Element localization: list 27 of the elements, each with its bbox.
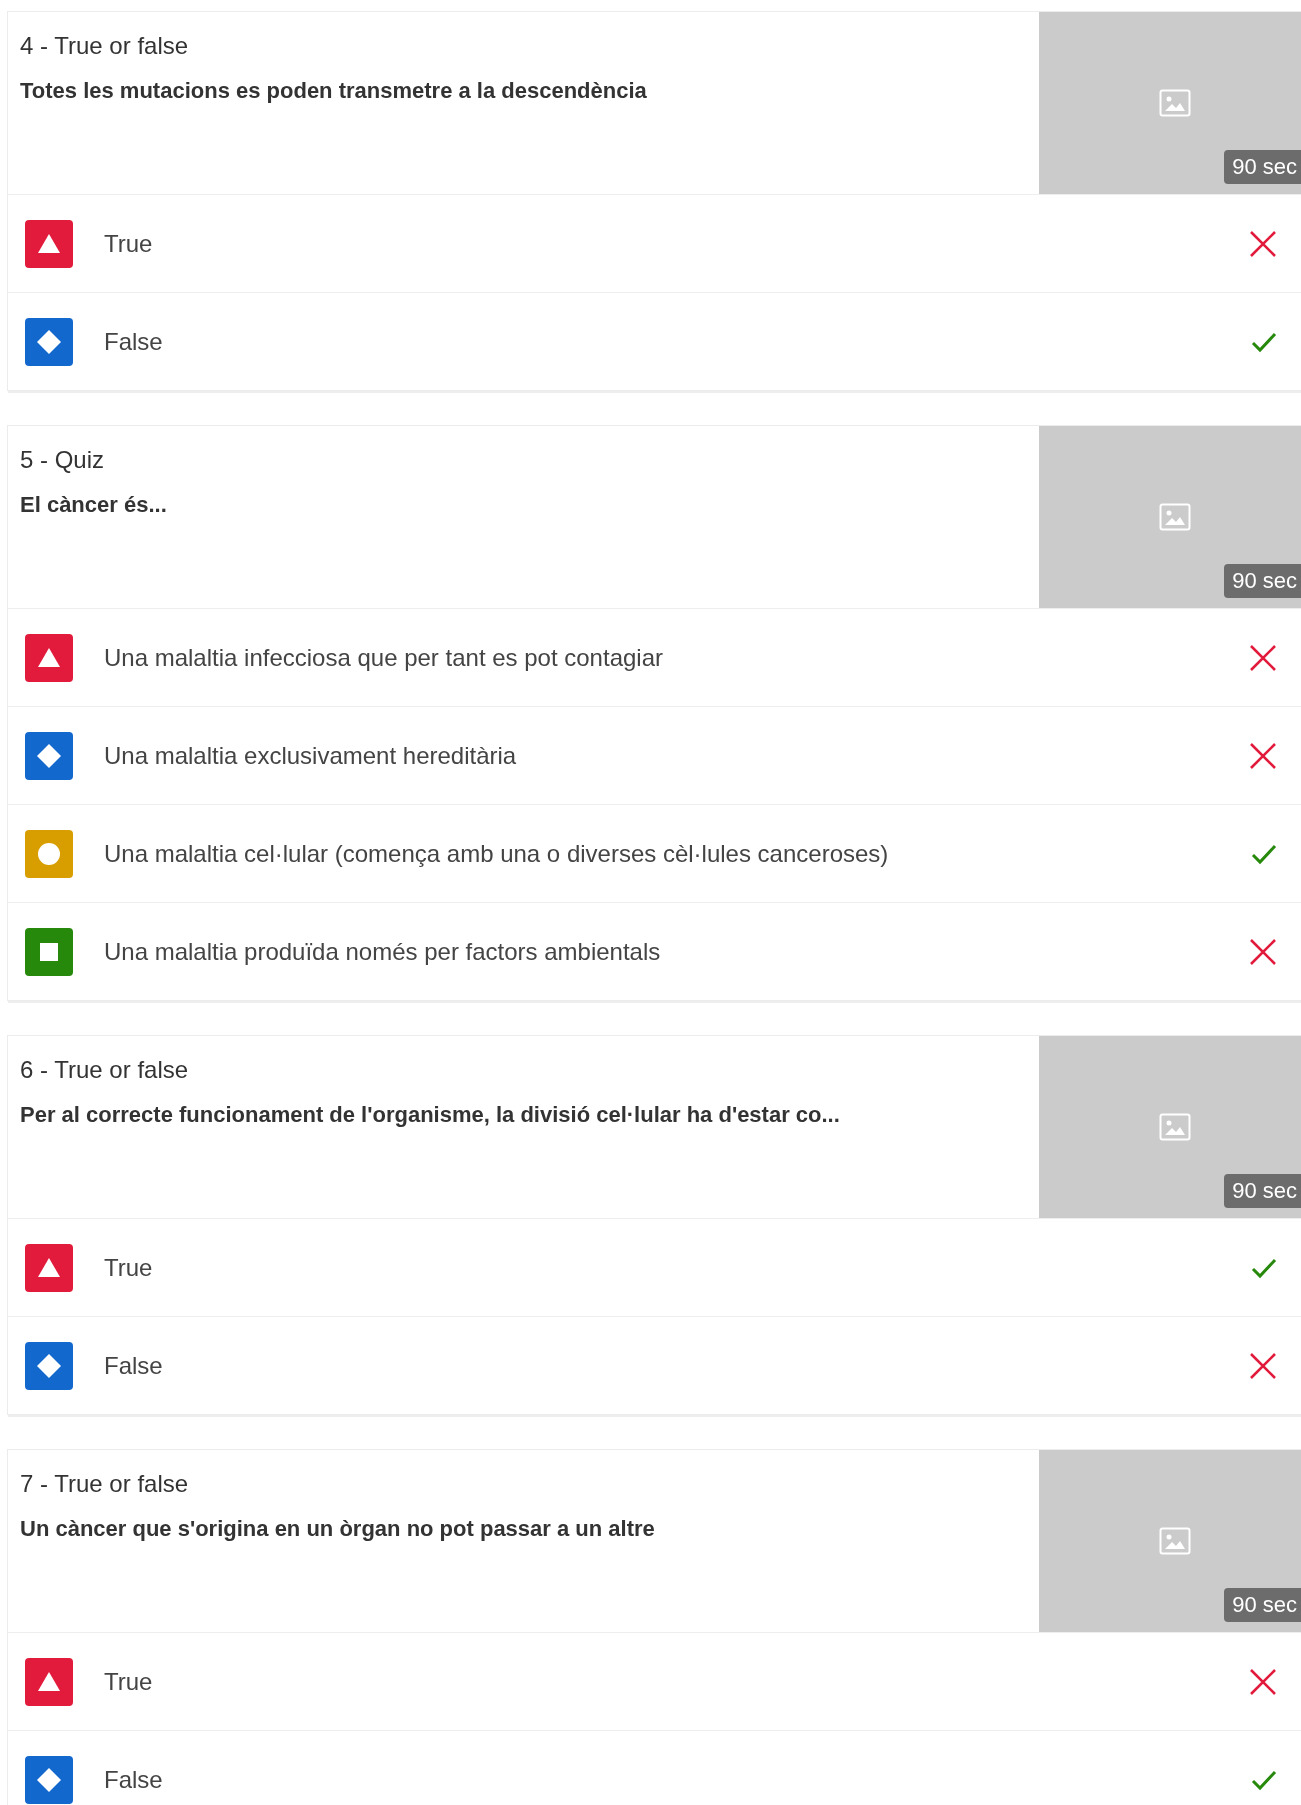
time-badge: 90 sec — [1224, 564, 1301, 598]
question-type: 4 - True or false — [20, 32, 190, 60]
answer-text: True — [104, 1667, 154, 1696]
time-badge: 90 sec — [1224, 1588, 1301, 1622]
time-badge: 90 sec — [1224, 1174, 1301, 1208]
answer-text: False — [104, 327, 164, 356]
question-text: El càncer és... — [20, 492, 168, 518]
answer-text: True — [104, 229, 154, 258]
image-icon — [1159, 1527, 1191, 1555]
answer-text: Una malaltia produïda només per factors ambientals — [104, 937, 662, 966]
answer-text: Una malaltia infecciosa que per tant es pot contagiar — [104, 643, 664, 672]
question-type: 5 - Quiz — [20, 446, 106, 474]
question-text: Totes les mutacions es poden transmetre a la descendència — [20, 78, 648, 104]
answer-text: False — [104, 1765, 164, 1794]
image-icon — [1159, 1113, 1191, 1141]
question-type: 6 - True or false — [20, 1056, 190, 1084]
answer-text: Una malaltia exclusivament hereditària — [104, 741, 518, 770]
image-icon — [1159, 503, 1191, 531]
image-icon — [1159, 89, 1191, 117]
question-text: Un càncer que s'origina en un òrgan no pot passar a un altre — [20, 1516, 656, 1542]
answer-text: True — [104, 1253, 154, 1282]
square-icon — [25, 927, 73, 976]
question-text: Per al correcte funcionament de l'organisme, la divisió cel·lular ha d'estar co... — [20, 1102, 841, 1128]
answer-text: False — [104, 1351, 164, 1380]
time-badge: 90 sec — [1224, 150, 1301, 184]
question-type: 7 - True or false — [20, 1470, 190, 1498]
answer-text: Una malaltia cel·lular (comença amb una o diverses cèl·lules canceroses) — [104, 839, 890, 868]
